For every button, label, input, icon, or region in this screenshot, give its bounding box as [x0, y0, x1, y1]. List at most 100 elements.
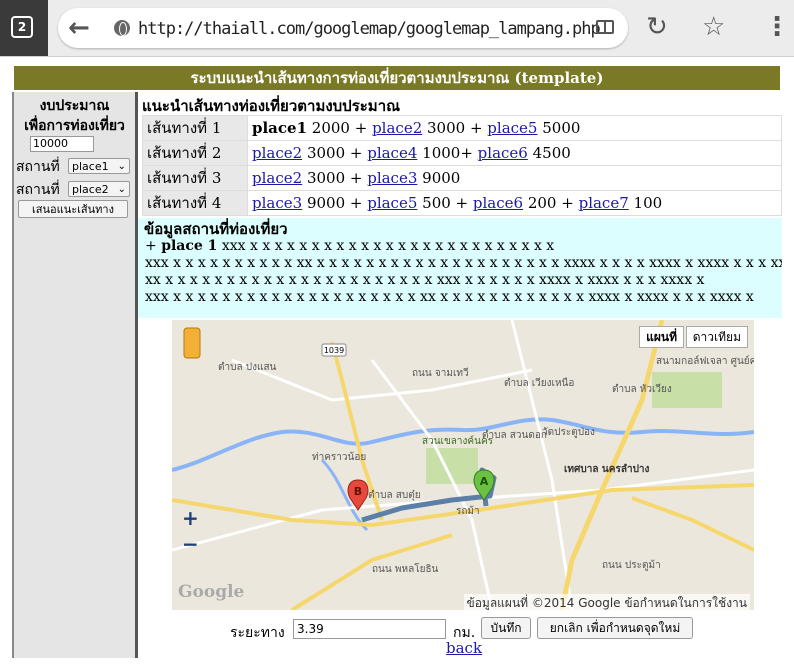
cost: 500 + [417, 194, 473, 212]
cost: 3000 + [302, 144, 368, 162]
map-label: ตำบล หัวเวียง [612, 383, 672, 395]
place2-label: สถานที่ [16, 182, 60, 198]
route-cell: place2 3000 + place4 1000+ place6 4500 [247, 140, 782, 166]
reader-mode-icon[interactable] [596, 20, 614, 34]
place1-label: สถานที่ [16, 159, 60, 175]
place-info-heading: ข้อมูลสถานที่ท่องเที่ยว [144, 220, 288, 238]
distance-label: ระยะทาง [230, 625, 285, 641]
place-info-line: xxx x x x x x x x x x x x x x x x x x x … [145, 289, 754, 305]
back-arrow-icon[interactable]: ← [68, 15, 90, 41]
place-link[interactable]: place5 [367, 194, 417, 212]
map-credit[interactable]: ข้อมูลแผนที่ ©2014 Google ข้อกำหนดในการใ… [463, 594, 750, 610]
cost: 5000 [537, 119, 581, 137]
url-text[interactable]: http://thaiall.com/googlemap/googlemap_l… [138, 19, 601, 39]
route-label: เส้นทางที่ 1 [142, 115, 248, 141]
place-link[interactable]: place4 [367, 144, 417, 162]
place-link[interactable]: place3 [367, 169, 417, 187]
cost: 4500 [527, 144, 571, 162]
map-label: รถม้า [456, 505, 480, 517]
place-info-line: xx x x x x x x x x x x x x x x x x x x x… [145, 272, 705, 288]
cost: 100 [628, 194, 663, 212]
place1-select[interactable]: place1 ⌄ [68, 158, 130, 174]
road-shield-label: 1039 [324, 346, 344, 355]
place-link[interactable]: place2 [252, 144, 302, 162]
map-label: ตำบล สวนดอก [482, 430, 547, 441]
cost: 2000 + [307, 119, 373, 137]
routes-table: เส้นทางที่ 1 place1 2000 + place2 3000 +… [142, 115, 782, 216]
map-label: ถนน พหลโยธิน [372, 562, 439, 575]
marker-a-label: A [480, 475, 489, 488]
place2-select[interactable]: place2 ⌄ [68, 181, 130, 197]
marker-b-label: B [354, 485, 362, 498]
route-label: เส้นทางที่ 4 [142, 190, 248, 216]
chevron-down-icon: ⌄ [117, 161, 126, 172]
google-map[interactable]: 1039 A B ตำบล ปงแสน ถนน จามเทวี ตำบล เวี… [172, 320, 754, 610]
place-info-line: xxx x x x x x x x x x x xx x x x x x x x… [145, 255, 782, 271]
map-label: วัดประตูป่อง [542, 427, 595, 438]
browser-toolbar: 2 ← http://thaiall.com/googlemap/googlem… [0, 0, 794, 57]
suggest-route-button[interactable]: เสนอแนะเส้นทาง [18, 200, 128, 218]
place-link[interactable]: place5 [487, 119, 537, 137]
map-label: ถนน ประตูม้า [602, 559, 661, 571]
cost: 3000 + [302, 169, 368, 187]
place-link[interactable]: place7 [579, 194, 629, 212]
distance-input[interactable]: 3.39 [293, 619, 446, 639]
table-row: เส้นทางที่ 1 place1 2000 + place2 3000 +… [142, 115, 782, 141]
pegman-icon [183, 327, 201, 359]
cost: 200 + [523, 194, 579, 212]
tab-switcher-icon: 2 [11, 16, 33, 38]
table-row: เส้นทางที่ 4 place3 9000 + place5 500 + … [142, 190, 782, 216]
address-bar[interactable]: ← http://thaiall.com/googlemap/googlemap… [58, 8, 628, 48]
cost: 9000 [417, 169, 461, 187]
reset-points-button[interactable]: ยกเลิก เพื่อกำหนดจุดใหม่ [537, 617, 693, 639]
reload-icon[interactable]: ↻ [646, 12, 668, 42]
map-label: ตำบล สบตุ๋ย [368, 489, 421, 501]
globe-icon [114, 20, 130, 36]
place-link[interactable]: place3 [252, 194, 302, 212]
cost: 9000 + [302, 194, 368, 212]
place-link[interactable]: place6 [473, 194, 523, 212]
budget-input[interactable]: 10000 [30, 136, 94, 152]
tab-switcher[interactable]: 2 [0, 0, 48, 56]
map-label: ท่าคราวน้อย [312, 451, 366, 463]
place1-select-value: place1 [72, 160, 109, 173]
back-link[interactable]: back [446, 639, 482, 657]
place-name: place 1 [161, 238, 218, 254]
zoom-out-button[interactable]: − [182, 532, 199, 556]
chevron-down-icon: ⌄ [117, 184, 126, 195]
map-label: ตำบล ปงแสน [218, 362, 277, 373]
table-row: เส้นทางที่ 2 place2 3000 + place4 1000+ … [142, 140, 782, 166]
google-logo: Google [178, 582, 245, 602]
cost: 1000+ [417, 144, 478, 162]
route-cell: place3 9000 + place5 500 + place6 200 + … [247, 190, 782, 216]
budget-title: งบประมาณ เพื่อการท่องเที่ยว [14, 96, 135, 136]
budget-title-line2: เพื่อการท่องเที่ยว [24, 118, 125, 134]
route-cell: place1 2000 + place2 3000 + place5 5000 [247, 115, 782, 141]
map-label: ถนน จามเทวี [412, 367, 469, 379]
place-link[interactable]: place2 [372, 119, 422, 137]
place-desc: xxx x x x x x x x x x x x x x x x x x x … [217, 238, 555, 254]
table-row: เส้นทางที่ 3 place2 3000 + place3 9000 [142, 165, 782, 191]
map-label: สนามกอล์ฟเจลา ศูนย์ครกอล์ฟค่า [656, 355, 754, 367]
map-label: ตำบล เวียงเหนือ [504, 377, 574, 389]
save-button[interactable]: บันทึก [481, 617, 531, 639]
route-label: เส้นทางที่ 3 [142, 165, 248, 191]
map-type-map-button[interactable]: แผนที่ [639, 326, 684, 348]
place-info-panel: ข้อมูลสถานที่ท่องเที่ยว + place 1 xxx x … [138, 218, 782, 318]
cost: 3000 + [422, 119, 488, 137]
budget-title-line1: งบประมาณ [39, 98, 110, 114]
place-info-line: + place 1 xxx x x x x x x x x x x x x x … [138, 238, 782, 255]
map-label: เทศบาล นครลำปาง [564, 463, 650, 475]
page-title: ระบบแนะนำเส้นทางการท่องเที่ยวตามงบประมาณ… [14, 66, 780, 90]
route-label: เส้นทางที่ 2 [142, 140, 248, 166]
map-canvas: 1039 A B ตำบล ปงแสน ถนน จามเทวี ตำบล เวี… [172, 320, 754, 610]
more-vert-icon[interactable]: ⋮ [764, 12, 790, 42]
place2-select-value: place2 [72, 183, 109, 196]
place-text: place1 [252, 119, 308, 137]
zoom-in-button[interactable]: + [182, 506, 199, 530]
place-prefix: + [145, 238, 162, 254]
map-type-satellite-button[interactable]: ดาวเทียม [685, 326, 748, 348]
place-link[interactable]: place2 [252, 169, 302, 187]
star-icon[interactable]: ☆ [702, 12, 725, 42]
place-link[interactable]: place6 [478, 144, 528, 162]
